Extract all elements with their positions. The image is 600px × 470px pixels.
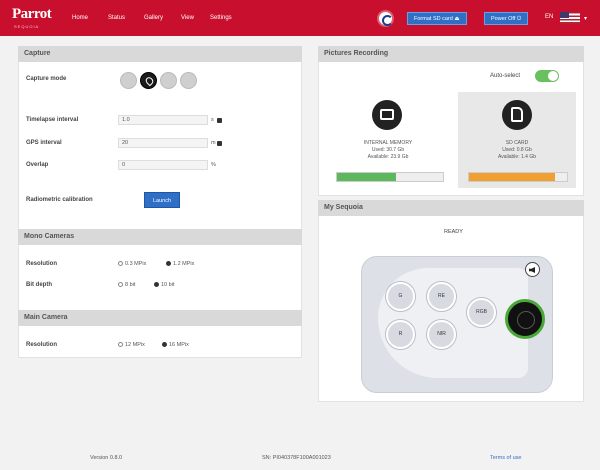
mode-gps-button[interactable] <box>140 72 157 89</box>
gps-label: GPS interval <box>26 140 62 146</box>
mode-timelapse-button[interactable] <box>160 72 177 89</box>
red-sensor-button[interactable]: R <box>386 320 415 349</box>
capture-section-title: Capture <box>18 46 302 62</box>
version-text: Version 0.8.0 <box>90 455 123 461</box>
nav-home[interactable]: Home <box>72 15 88 21</box>
capture-mode-label: Capture mode <box>26 76 67 82</box>
power-off-button[interactable]: Power Off ⏻ <box>484 12 529 25</box>
mode-off-button[interactable] <box>120 72 137 89</box>
save-icon[interactable] <box>217 141 222 146</box>
overlap-input[interactable]: 0 <box>118 160 208 170</box>
sd-card-card[interactable]: SD CARD Used: 0.8 Gb Available: 1.4 Gb <box>458 92 576 188</box>
sd-name: SD CARD <box>505 140 529 146</box>
main-camera-section-title: Main Camera <box>18 310 302 326</box>
capture-trigger-button[interactable] <box>505 299 545 339</box>
format-sd-button[interactable]: Format SD card ⏏ <box>407 12 467 25</box>
bit-depth-label: Bit depth <box>26 282 52 288</box>
sd-card-icon <box>502 100 532 130</box>
mono-resolution-label: Resolution <box>26 261 57 267</box>
red-edge-sensor-button[interactable]: RE <box>427 282 456 311</box>
timelapse-unit: s <box>211 117 214 123</box>
sd-available: Available: 1.4 Gb <box>498 154 536 160</box>
internal-used: Used: 30.7 Gb <box>371 147 405 153</box>
bit-depth-option[interactable]: 10 bit <box>154 282 174 288</box>
gps-input[interactable]: 20 <box>118 138 208 148</box>
nav-settings[interactable]: Settings <box>210 15 232 21</box>
internal-usage-bar <box>336 172 444 182</box>
timelapse-label: Timelapse interval <box>26 117 79 123</box>
save-icon[interactable] <box>217 118 222 123</box>
terms-link[interactable]: Terms of use <box>490 455 521 461</box>
eject-icon: ⏏ <box>454 16 460 22</box>
bit-depth-option[interactable]: 8 bit <box>118 282 135 288</box>
overlap-unit: % <box>211 162 216 168</box>
nav-status[interactable]: Status <box>108 15 125 21</box>
top-navbar: Parrot SEQUOIA Home Status Gallery View … <box>0 0 600 36</box>
internal-available: Available: 23.9 Gb <box>367 154 409 160</box>
sd-usage-bar <box>468 172 568 182</box>
hard-drive-icon <box>372 100 402 130</box>
chevron-down-icon[interactable]: ▾ <box>584 15 587 22</box>
rgb-resolution-option[interactable]: 16 MPix <box>162 342 189 348</box>
mono-camera-section-title: Mono Cameras <box>18 229 302 245</box>
power-icon: ⏻ <box>516 16 522 22</box>
radiometric-label: Radiometric calibration <box>26 197 93 203</box>
autoselect-toggle[interactable] <box>535 70 559 82</box>
sd-usage-fill <box>469 173 556 181</box>
overlap-label: Overlap <box>26 162 49 168</box>
nav-view[interactable]: View <box>181 15 194 21</box>
sd-used: Used: 0.8 Gb <box>502 147 532 153</box>
internal-memory-card[interactable]: INTERNAL MEMORY Used: 30.7 Gb Available:… <box>330 92 446 188</box>
rgb-resolution-option[interactable]: 12 MPix <box>118 342 145 348</box>
green-sensor-button[interactable]: G <box>386 282 415 311</box>
brand-logo[interactable]: Parrot <box>12 6 52 23</box>
internal-name: INTERNAL MEMORY <box>363 140 413 146</box>
mono-resolution-option[interactable]: 0.3 MPix <box>118 261 146 267</box>
nir-sensor-button[interactable]: NIR <box>427 320 456 349</box>
nav-gallery[interactable]: Gallery <box>144 15 163 21</box>
storage-section-title: Pictures Recording <box>318 46 584 62</box>
sequoia-section-title: My Sequoia <box>318 200 584 216</box>
timelapse-input[interactable]: 1.0 <box>118 115 208 125</box>
mono-resolution-option[interactable]: 1.2 MPix <box>166 261 194 267</box>
serial-number: SN: PI040378F100A001023 <box>262 455 331 461</box>
brand-subtitle: SEQUOIA <box>14 24 40 29</box>
rgb-sensor-button[interactable]: RGB <box>467 298 496 327</box>
speaker-icon[interactable] <box>525 262 540 277</box>
sync-icon[interactable] <box>377 10 394 27</box>
sequoia-status: READY <box>444 229 463 235</box>
language-label[interactable]: EN <box>545 14 553 20</box>
rgb-resolution-label: Resolution <box>26 342 57 348</box>
mode-overlap-button[interactable] <box>180 72 197 89</box>
launch-button[interactable]: Launch <box>144 192 180 208</box>
gps-unit: m <box>211 140 216 146</box>
internal-usage-fill <box>337 173 397 181</box>
autoselect-label: Auto-select <box>490 73 521 79</box>
us-flag-icon[interactable] <box>560 12 580 24</box>
